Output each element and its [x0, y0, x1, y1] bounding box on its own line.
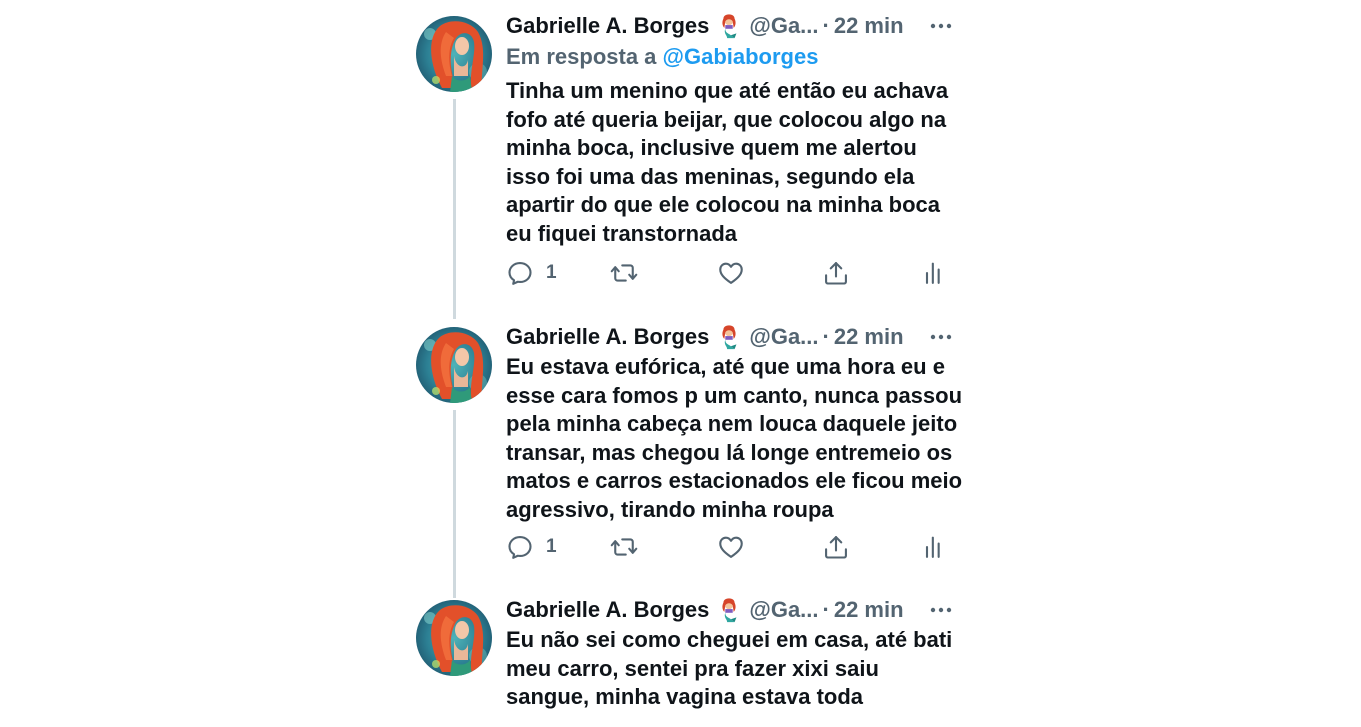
analytics-button[interactable] [920, 532, 948, 562]
reply-icon [506, 259, 534, 287]
tweet-content: Gabrielle A. Borges @Ga... · 22 min Eu n… [506, 597, 976, 712]
retweet-icon [610, 259, 638, 287]
reply-count: 1 [546, 536, 557, 557]
timestamp[interactable]: 22 min [834, 324, 904, 350]
tweet-header: Gabrielle A. Borges @Ga... · 22 min [506, 597, 976, 623]
display-name[interactable]: Gabrielle A. Borges [506, 324, 709, 350]
avatar-column [416, 13, 494, 92]
like-icon [717, 259, 745, 287]
user-handle[interactable]: @Ga... [749, 13, 818, 39]
tweet-header: Gabrielle A. Borges @Ga... · 22 min [506, 324, 976, 350]
thread-connector-line [453, 410, 456, 598]
display-name[interactable]: Gabrielle A. Borges [506, 597, 709, 623]
thread-connector-line [453, 99, 456, 319]
user-handle[interactable]: @Ga... [749, 324, 818, 350]
tweet-thread: Gabrielle A. Borges @Ga... · 22 min Em r… [0, 0, 1361, 727]
avatar-column [416, 597, 494, 676]
analytics-icon [920, 533, 948, 561]
tweet[interactable]: Gabrielle A. Borges @Ga... · 22 min Em r… [416, 13, 976, 319]
share-button[interactable] [822, 258, 850, 288]
tweet[interactable]: Gabrielle A. Borges @Ga... · 22 min Eu e… [416, 324, 976, 598]
tweet-text: Eu não sei como cheguei em casa, até bat… [506, 627, 953, 709]
like-icon [717, 533, 745, 561]
like-button[interactable] [717, 532, 745, 562]
like-button[interactable] [717, 258, 745, 288]
reply-context: Em resposta a @Gabiaborges [506, 44, 976, 70]
share-icon [822, 533, 850, 561]
tweet-text: Eu estava eufórica, até que uma hora eu … [506, 354, 963, 522]
reply-count: 1 [546, 262, 557, 283]
tweet-actions: 1 [506, 532, 956, 562]
avatar[interactable] [416, 600, 492, 676]
reply-icon [506, 533, 534, 561]
reply-button[interactable]: 1 [506, 258, 557, 288]
analytics-icon [920, 259, 948, 287]
avatar[interactable] [416, 327, 492, 403]
tweet-text: Tinha um menino que até então eu achava … [506, 78, 949, 246]
separator-dot: · [822, 597, 830, 622]
tweet[interactable]: Gabrielle A. Borges @Ga... · 22 min Eu n… [416, 597, 976, 727]
share-icon [822, 259, 850, 287]
tweet-header: Gabrielle A. Borges @Ga... · 22 min [506, 13, 976, 39]
timestamp[interactable]: 22 min [834, 597, 904, 623]
reply-button[interactable]: 1 [506, 532, 557, 562]
retweet-button[interactable] [610, 258, 638, 288]
retweet-icon [610, 533, 638, 561]
avatar[interactable] [416, 16, 492, 92]
separator-dot: · [822, 324, 830, 349]
tweet-content: Gabrielle A. Borges @Ga... · 22 min Em r… [506, 13, 976, 248]
tweet-content: Gabrielle A. Borges @Ga... · 22 min Eu e… [506, 324, 976, 524]
analytics-button[interactable] [920, 258, 948, 288]
reply-mention-link[interactable]: @Gabiaborges [663, 44, 819, 69]
avatar-column [416, 324, 494, 403]
more-options-icon[interactable] [928, 597, 954, 623]
user-handle[interactable]: @Ga... [749, 597, 818, 623]
tweet-actions: 1 [506, 258, 956, 288]
mermaid-emoji-icon [715, 324, 743, 350]
share-button[interactable] [822, 532, 850, 562]
more-options-icon[interactable] [928, 324, 954, 350]
retweet-button[interactable] [610, 532, 638, 562]
separator-dot: · [822, 13, 830, 38]
display-name[interactable]: Gabrielle A. Borges [506, 13, 709, 39]
timestamp[interactable]: 22 min [834, 13, 904, 39]
reply-prefix: Em resposta a [506, 44, 657, 69]
mermaid-emoji-icon [715, 13, 743, 39]
more-options-icon[interactable] [928, 13, 954, 39]
mermaid-emoji-icon [715, 597, 743, 623]
